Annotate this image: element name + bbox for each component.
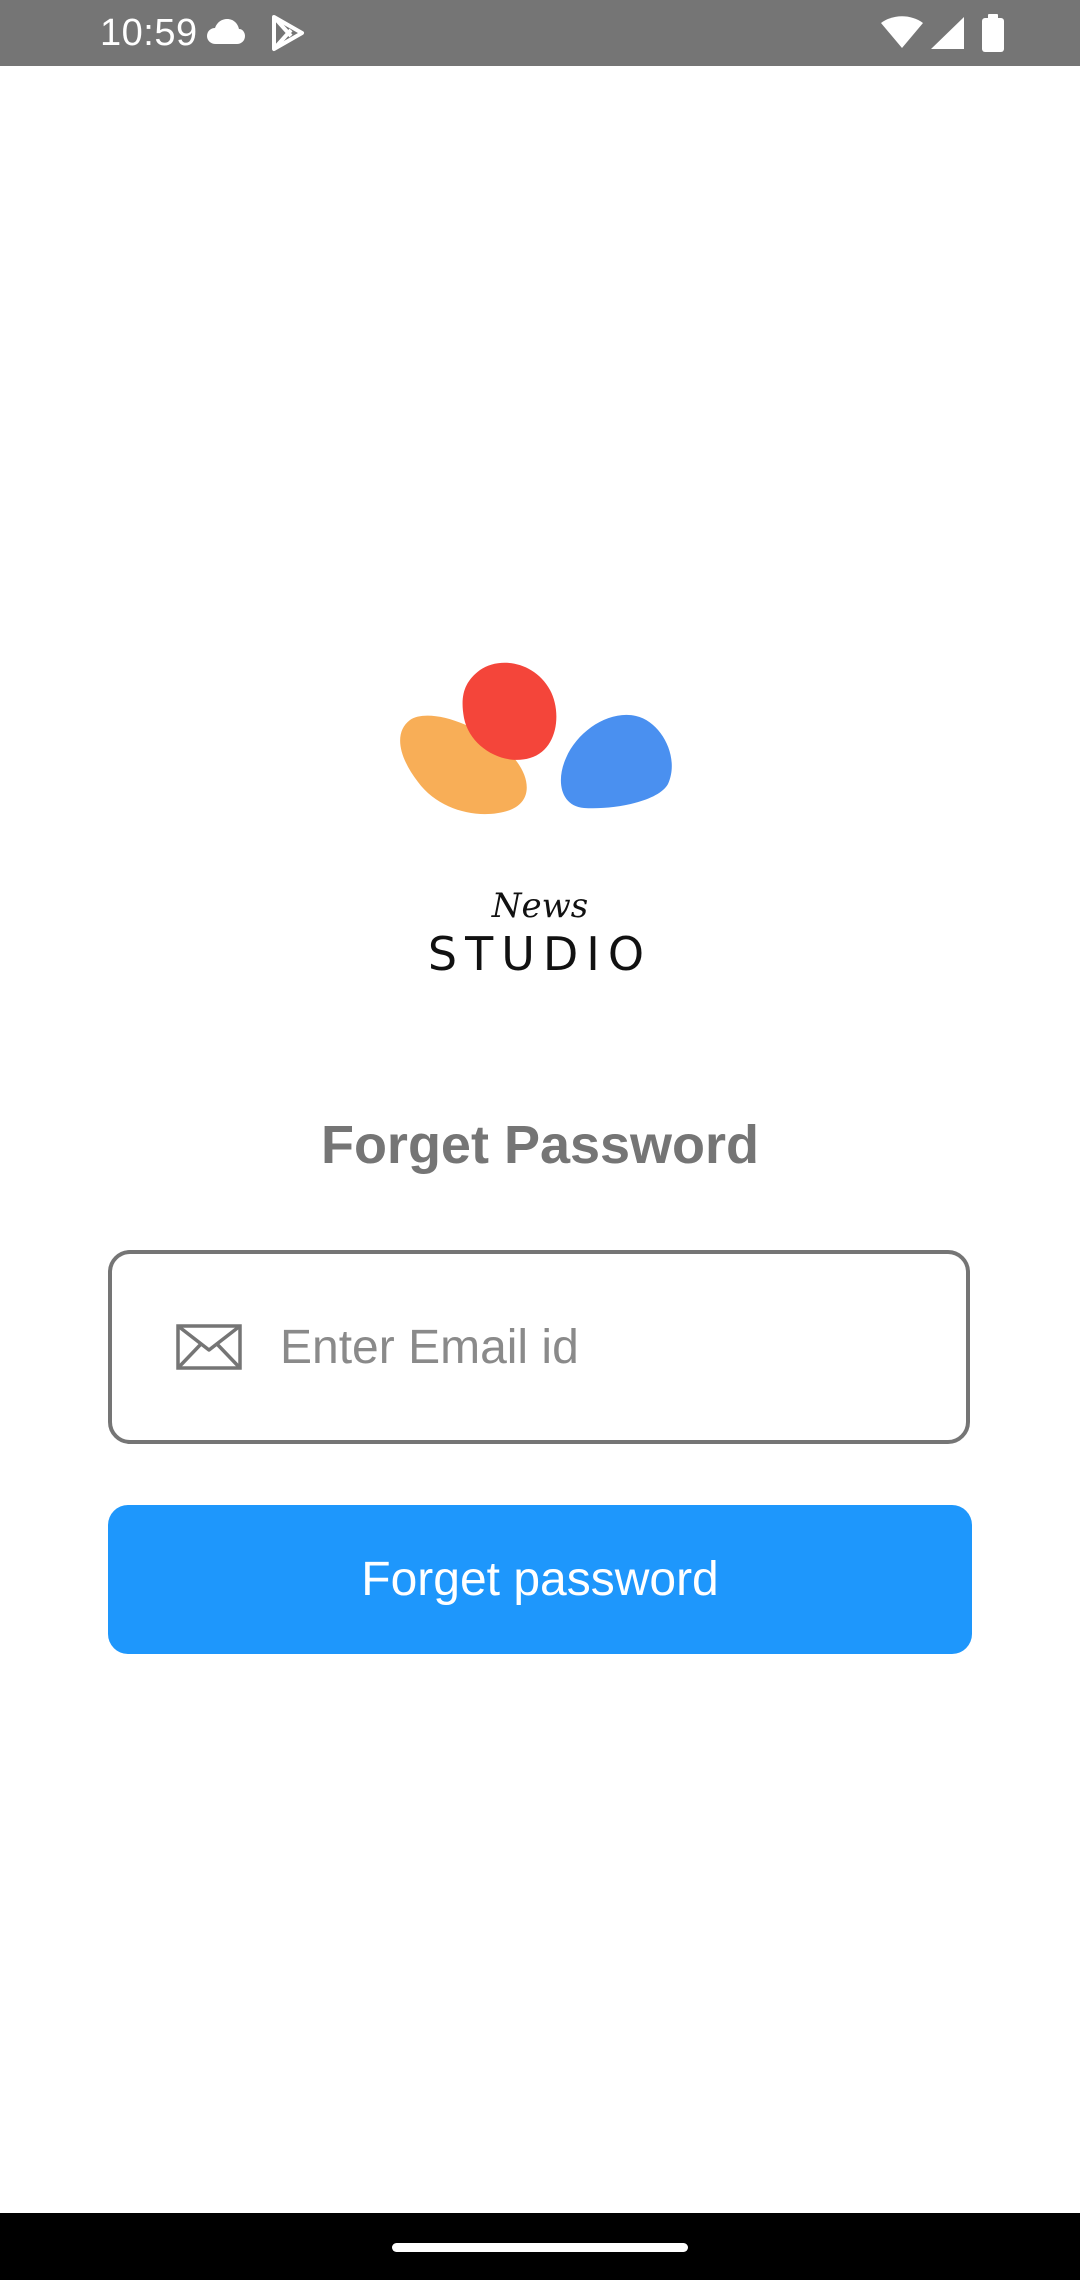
play-store-icon — [272, 15, 304, 51]
forget-password-button[interactable]: Forget password — [108, 1505, 972, 1654]
logo-blue-blob — [560, 714, 672, 809]
home-handle[interactable] — [392, 2243, 688, 2252]
email-field[interactable] — [108, 1250, 970, 1444]
mail-icon — [176, 1324, 242, 1370]
status-time: 10:59 — [100, 12, 198, 54]
page-title: Forget Password — [320, 1115, 760, 1175]
email-input[interactable] — [280, 1294, 940, 1400]
battery-icon — [982, 14, 1004, 52]
wifi-icon — [881, 16, 923, 48]
logo-script-text: News — [491, 886, 589, 926]
news-studio-logo — [400, 662, 672, 815]
cloud-icon — [207, 19, 245, 44]
navigation-bar — [0, 2213, 1080, 2280]
status-bar: 10:59 — [0, 0, 1080, 66]
signal-icon — [931, 17, 964, 49]
logo-wordmark: STUDIO — [427, 927, 653, 981]
